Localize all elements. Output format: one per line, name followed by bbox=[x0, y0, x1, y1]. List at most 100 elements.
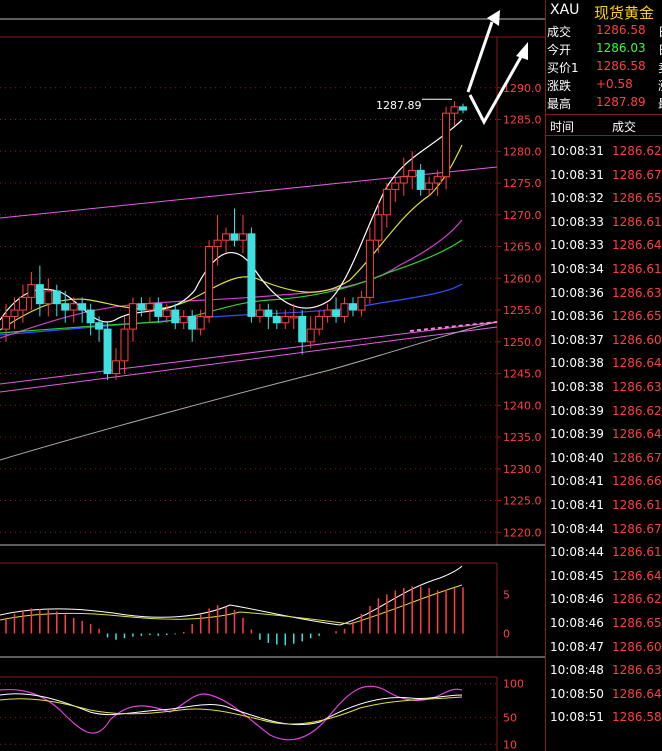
candle bbox=[27, 271, 36, 311]
candle bbox=[95, 316, 104, 342]
tick-price: 1286.63 bbox=[612, 380, 662, 394]
candle bbox=[323, 303, 332, 323]
tick-time: 10:08:37 bbox=[550, 332, 604, 347]
tick-time: 10:08:41 bbox=[550, 474, 604, 489]
tick-row[interactable]: 10:08:51 1286.58 bbox=[546, 710, 662, 733]
macd-bars bbox=[5, 586, 464, 646]
symbol-header[interactable]: XAU 现货黄金 bbox=[546, 0, 662, 22]
tick-price: 1286.62 bbox=[612, 592, 662, 607]
candle-body bbox=[365, 239, 374, 298]
tick-row[interactable]: 10:08:32 1286.65 bbox=[546, 191, 662, 214]
quote-extra-label: 日 bbox=[658, 23, 662, 40]
tick-row[interactable]: 10:08:38 1286.64 bbox=[546, 356, 662, 379]
candle bbox=[44, 278, 53, 317]
tick-row[interactable]: 10:08:31 1286.62 bbox=[546, 144, 662, 167]
candle bbox=[213, 214, 222, 266]
tick-row[interactable]: 10:08:39 1286.62 bbox=[546, 404, 662, 427]
kdj-panel bbox=[0, 683, 497, 745]
tick-row[interactable]: 10:08:47 1286.60 bbox=[546, 640, 662, 663]
tick-time: 10:08:38 bbox=[550, 356, 604, 371]
candle-body bbox=[112, 360, 121, 375]
candle bbox=[230, 208, 239, 247]
price-tick-label: 1280.0 bbox=[503, 145, 542, 158]
tick-price: 1286.64 bbox=[612, 427, 662, 442]
candle-body bbox=[433, 176, 442, 184]
candle-body bbox=[205, 246, 214, 317]
candle bbox=[357, 291, 366, 317]
candle-body bbox=[162, 309, 171, 317]
candle-body bbox=[391, 182, 400, 190]
symbol-name: 现货黄金 bbox=[594, 4, 655, 22]
tick-row[interactable]: 10:08:46 1286.65 bbox=[546, 616, 662, 639]
tick-time: 10:08:33 bbox=[550, 214, 604, 229]
candle bbox=[205, 240, 214, 323]
tick-row[interactable]: 10:08:36 1286.65 bbox=[546, 309, 662, 332]
candle bbox=[348, 297, 357, 317]
quote-value: 1286.58 bbox=[596, 59, 646, 73]
tick-price: 1286.67 bbox=[612, 521, 662, 536]
candle bbox=[238, 214, 247, 253]
tick-time: 10:08:36 bbox=[550, 285, 604, 300]
candle bbox=[78, 297, 87, 323]
macd-tick-label: 5 bbox=[503, 588, 510, 601]
tick-time: 10:08:45 bbox=[550, 568, 604, 583]
candle-body bbox=[408, 169, 417, 178]
tick-time: 10:08:44 bbox=[550, 521, 604, 536]
tick-row[interactable]: 10:08:44 1286.67 bbox=[546, 522, 662, 545]
candle-body bbox=[69, 303, 78, 311]
tick-row[interactable]: 10:08:33 1286.64 bbox=[546, 238, 662, 261]
candle bbox=[391, 176, 400, 203]
price-tick-label: 1240.0 bbox=[503, 399, 542, 412]
symbol-code: XAU bbox=[550, 2, 580, 18]
candle-body bbox=[323, 309, 332, 317]
tick-price: 1286.67 bbox=[612, 450, 662, 465]
tick-row[interactable]: 10:08:41 1286.66 bbox=[546, 474, 662, 497]
lower-channel-line[interactable] bbox=[0, 321, 498, 385]
tick-row[interactable]: 10:08:44 1286.61 bbox=[546, 545, 662, 568]
candle-body bbox=[281, 315, 290, 324]
quote-row: 成交 1286.58 日 bbox=[546, 23, 662, 41]
tick-row[interactable]: 10:08:39 1286.64 bbox=[546, 427, 662, 450]
tick-time-header: 时间 bbox=[550, 120, 575, 134]
candle-body bbox=[137, 303, 146, 311]
candle bbox=[289, 303, 298, 330]
candle bbox=[222, 227, 231, 253]
ma-line-green bbox=[0, 239, 463, 334]
candle-body bbox=[179, 315, 188, 324]
tick-row[interactable]: 10:08:50 1286.64 bbox=[546, 687, 662, 710]
tick-time: 10:08:32 bbox=[550, 191, 604, 206]
candle-body bbox=[18, 296, 27, 311]
candle-body bbox=[27, 284, 36, 298]
arrow-up-icon bbox=[466, 21, 494, 93]
candle-body bbox=[103, 328, 112, 375]
quote-value: +0.58 bbox=[596, 77, 633, 91]
tick-price: 1286.61 bbox=[612, 262, 662, 276]
candle-body bbox=[255, 309, 264, 317]
tick-row[interactable]: 10:08:45 1286.64 bbox=[546, 569, 662, 592]
candle bbox=[459, 103, 467, 114]
lower-channel-line-2[interactable] bbox=[0, 326, 498, 393]
tick-row[interactable]: 10:08:34 1286.61 bbox=[546, 262, 662, 285]
tick-price: 1286.65 bbox=[612, 191, 662, 206]
candlestick-chart[interactable]: 1290.0 1285.0 1280.0 1275.0 1270.0 1265.0 1260… bbox=[0, 0, 545, 751]
tick-time: 10:08:51 bbox=[550, 710, 604, 725]
tick-time: 10:08:31 bbox=[550, 167, 604, 182]
quote-label: 最高 bbox=[547, 97, 572, 111]
tick-row[interactable]: 10:08:40 1286.67 bbox=[546, 451, 662, 474]
tick-row[interactable]: 10:08:46 1286.62 bbox=[546, 592, 662, 615]
tick-row[interactable]: 10:08:36 1286.63 bbox=[546, 286, 662, 309]
tick-row[interactable]: 10:08:33 1286.61 bbox=[546, 215, 662, 238]
candle-body bbox=[340, 303, 349, 317]
tick-price: 1286.64 bbox=[612, 356, 662, 371]
price-tick-label: 1275.0 bbox=[503, 177, 542, 190]
tick-row[interactable]: 10:08:48 1286.63 bbox=[546, 663, 662, 686]
tick-price: 1286.65 bbox=[612, 616, 662, 630]
tick-row[interactable]: 10:08:38 1286.63 bbox=[546, 380, 662, 403]
candle-body bbox=[238, 233, 247, 241]
tick-row[interactable]: 10:08:41 1286.61 bbox=[546, 498, 662, 521]
macd-axis: 50 bbox=[503, 588, 510, 640]
tick-row[interactable]: 10:08:31 1286.67 bbox=[546, 168, 662, 191]
tick-row[interactable]: 10:08:37 1286.60 bbox=[546, 333, 662, 356]
candle-body bbox=[145, 303, 154, 311]
quote-label: 成交 bbox=[547, 25, 572, 39]
